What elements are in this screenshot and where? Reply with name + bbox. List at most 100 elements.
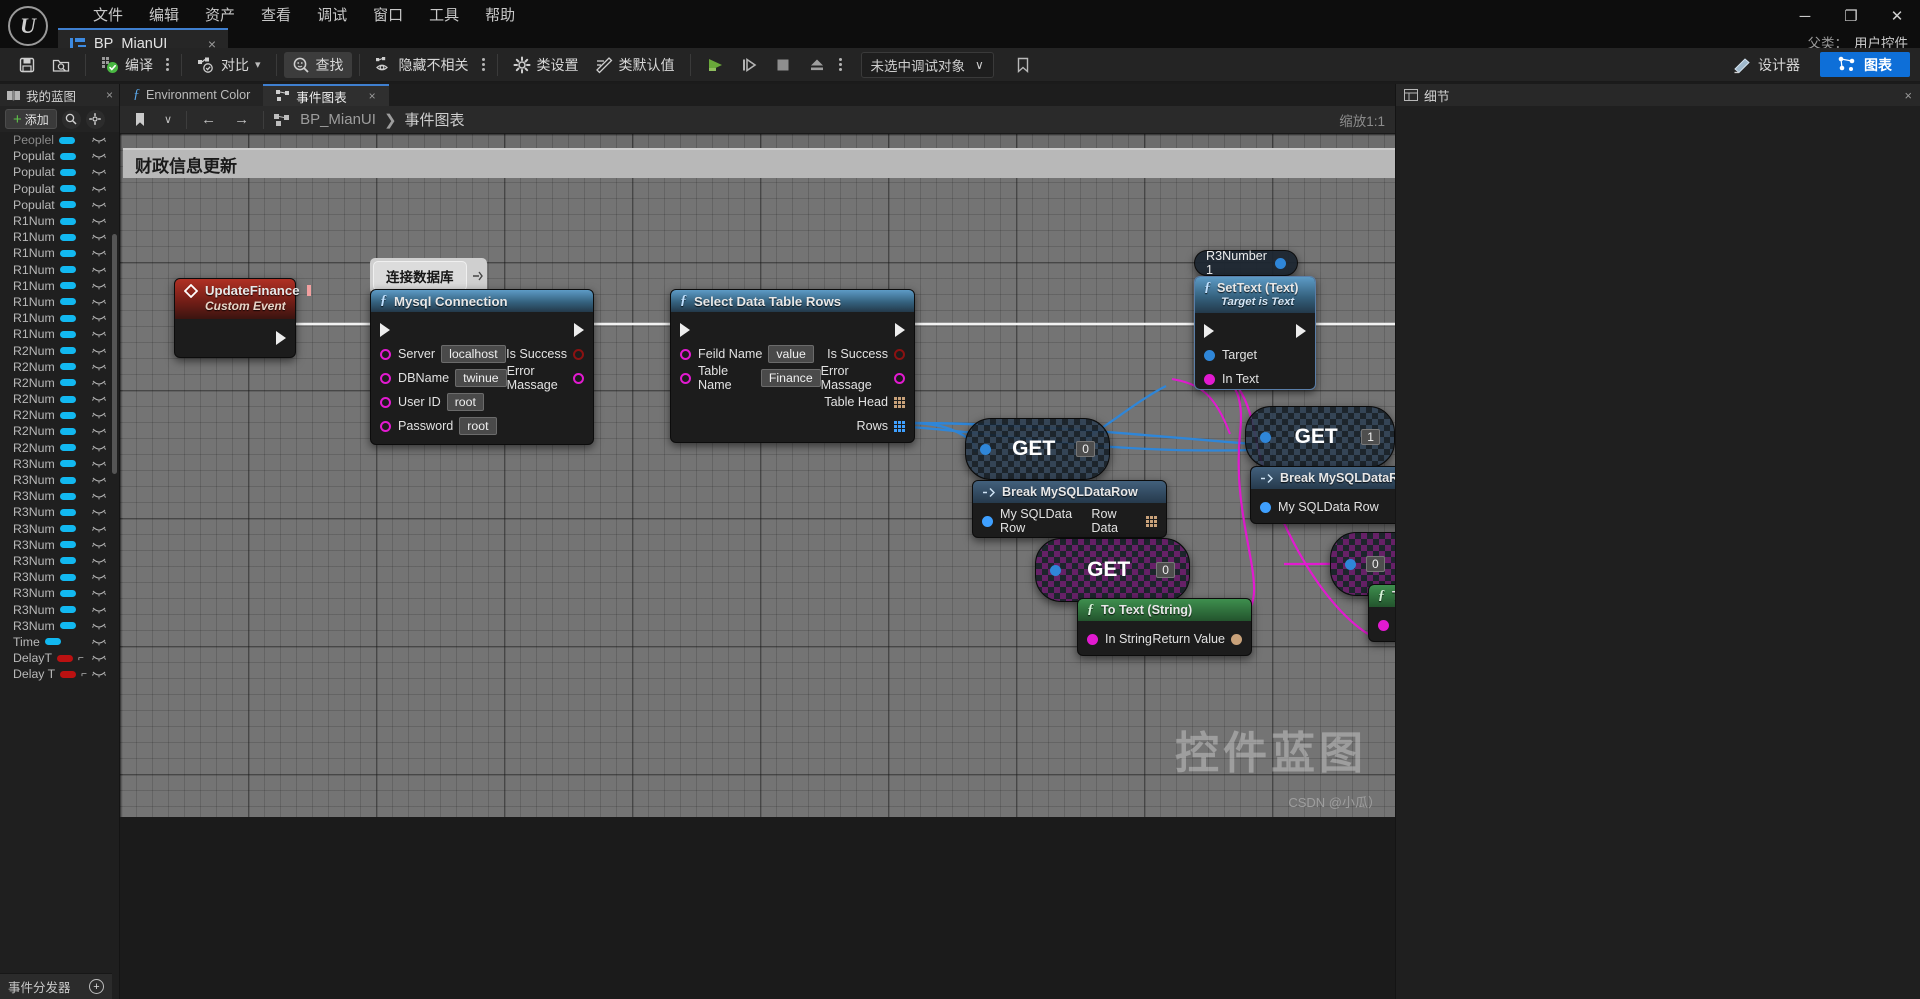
- add-variable-button[interactable]: + 添加: [5, 109, 57, 129]
- compile-button[interactable]: 编译: [93, 52, 161, 78]
- diff-chevron-down-icon[interactable]: ▾: [255, 58, 261, 71]
- table-name-value-field[interactable]: Finance: [760, 369, 821, 387]
- exec-out-pin[interactable]: [895, 323, 905, 337]
- get-index-field[interactable]: 1: [1361, 429, 1380, 445]
- is-success-output-pin[interactable]: [894, 348, 905, 360]
- return-value-output-pin[interactable]: [1231, 633, 1242, 645]
- visibility-eye-icon[interactable]: [92, 217, 106, 225]
- target-input-pin[interactable]: [1204, 349, 1215, 361]
- play-options-button[interactable]: [834, 58, 847, 71]
- in-string-input-pin[interactable]: [1087, 633, 1098, 645]
- array-input-pin[interactable]: [1260, 431, 1271, 443]
- class-defaults-button[interactable]: 类默认值: [587, 52, 683, 78]
- visibility-eye-icon[interactable]: [92, 347, 106, 355]
- userid-value-field[interactable]: root: [446, 393, 484, 411]
- visibility-eye-icon[interactable]: [92, 379, 106, 387]
- visibility-eye-icon[interactable]: [92, 298, 106, 306]
- node-comment-bubble[interactable]: 连接数据库: [373, 261, 467, 297]
- variable-row[interactable]: R3Num: [0, 521, 112, 537]
- gear-icon[interactable]: [85, 109, 105, 129]
- minimize-button[interactable]: ─: [1782, 0, 1828, 32]
- server-input-pin[interactable]: [380, 348, 391, 360]
- variable-row[interactable]: R1Num: [0, 278, 112, 294]
- variable-row[interactable]: Time: [0, 634, 112, 650]
- exec-out-pin[interactable]: [574, 323, 584, 337]
- node-to-text-string[interactable]: ƒ To Text (String) In String Return Valu…: [1077, 598, 1252, 656]
- visibility-eye-icon[interactable]: [92, 525, 106, 533]
- dbname-value-field[interactable]: twinue: [455, 369, 507, 387]
- password-value-field[interactable]: root: [459, 417, 497, 435]
- graph-tab-event-graph[interactable]: 事件图表 ×: [263, 84, 389, 106]
- node-get-2[interactable]: GET 0: [1035, 538, 1190, 602]
- menu-window[interactable]: 窗口: [360, 0, 416, 29]
- array-input-pin[interactable]: [1050, 564, 1061, 576]
- table-head-array-pin[interactable]: [894, 396, 905, 408]
- get-index-field[interactable]: 0: [1366, 556, 1385, 572]
- variable-row[interactable]: R2Num: [0, 440, 112, 456]
- dbname-input-pin[interactable]: [380, 372, 391, 384]
- mysqldatarow-input-pin[interactable]: [1260, 501, 1271, 513]
- variable-row[interactable]: R1Num: [0, 245, 112, 261]
- menu-tools[interactable]: 工具: [416, 0, 472, 29]
- visibility-eye-icon[interactable]: [92, 136, 106, 144]
- visibility-eye-icon[interactable]: [92, 185, 106, 193]
- pin-icon[interactable]: [471, 270, 483, 282]
- variable-row[interactable]: R2Num: [0, 359, 112, 375]
- my-blueprint-close-icon[interactable]: ×: [106, 88, 113, 102]
- userid-input-pin[interactable]: [380, 396, 391, 408]
- exec-in-pin[interactable]: [1204, 324, 1214, 338]
- variable-row[interactable]: R3Num: [0, 472, 112, 488]
- visibility-eye-icon[interactable]: [92, 363, 106, 371]
- bookmark-button[interactable]: [1006, 52, 1040, 78]
- visibility-eye-icon[interactable]: [92, 266, 106, 274]
- visibility-eye-icon[interactable]: [92, 233, 106, 241]
- hide-unrelated-options-button[interactable]: [477, 58, 490, 71]
- table-name-input-pin[interactable]: [680, 372, 691, 384]
- rows-array-pin[interactable]: [894, 420, 905, 432]
- exec-in-pin[interactable]: [380, 323, 390, 337]
- variable-row[interactable]: R1Num: [0, 213, 112, 229]
- visibility-eye-icon[interactable]: [92, 654, 106, 662]
- menu-assets[interactable]: 资产: [192, 0, 248, 29]
- breadcrumb-root[interactable]: BP_MianUI: [300, 111, 376, 128]
- browse-content-button[interactable]: [44, 52, 78, 78]
- variable-row[interactable]: R3Num: [0, 618, 112, 634]
- nav-back-button[interactable]: ←: [197, 111, 220, 128]
- node-mysql-connection[interactable]: ƒ Mysql Connection Server localhost Is S…: [370, 289, 594, 445]
- add-event-dispatcher-button[interactable]: +: [89, 979, 104, 994]
- variable-row[interactable]: R3Num: [0, 504, 112, 520]
- node-get-1[interactable]: GET 1: [1245, 406, 1395, 468]
- visibility-eye-icon[interactable]: [92, 460, 106, 468]
- variable-row[interactable]: Populat: [0, 181, 112, 197]
- node-set-text[interactable]: ƒ SetText (Text) Target is Text Target I…: [1194, 276, 1316, 390]
- menu-view[interactable]: 查看: [248, 0, 304, 29]
- array-input-pin[interactable]: [980, 443, 991, 455]
- variable-list[interactable]: Peoplel Populat Populat Populat Populat R1Num…: [0, 132, 112, 969]
- visibility-eye-icon[interactable]: [92, 508, 106, 516]
- variable-list-scrollbar[interactable]: [112, 234, 117, 474]
- variable-row[interactable]: R2Num: [0, 342, 112, 358]
- mysqldatarow-input-pin[interactable]: [982, 515, 993, 527]
- diff-button[interactable]: 对比 ▾: [189, 52, 269, 78]
- event-dispatchers-section[interactable]: 事件分发器 +: [0, 973, 112, 999]
- maximize-button[interactable]: ❐: [1828, 0, 1874, 32]
- visibility-eye-icon[interactable]: [92, 314, 106, 322]
- variable-row[interactable]: R2Num: [0, 391, 112, 407]
- event-graph-canvas[interactable]: 财政信息更新 UpdateFinance Custom Event 连接数据库 …: [120, 134, 1395, 817]
- get-index-field[interactable]: 0: [1156, 562, 1175, 578]
- visibility-eye-icon[interactable]: [92, 427, 106, 435]
- details-panel-close-icon[interactable]: ×: [1905, 88, 1912, 103]
- node-to-text-string-2[interactable]: ƒ To In: [1368, 584, 1395, 642]
- variable-row[interactable]: R1Num: [0, 262, 112, 278]
- node-r3number-getter[interactable]: R3Number 1: [1194, 249, 1298, 277]
- error-massage-output-pin[interactable]: [573, 372, 584, 384]
- get-index-field[interactable]: 0: [1076, 441, 1095, 457]
- debug-object-combo[interactable]: 未选中调试对象 ∨: [860, 51, 994, 78]
- visibility-eye-icon[interactable]: [92, 622, 106, 630]
- visibility-eye-icon[interactable]: [92, 573, 106, 581]
- variable-row[interactable]: R2Num: [0, 407, 112, 423]
- node-get-0[interactable]: GET 0: [965, 418, 1110, 480]
- designer-mode-button[interactable]: 设计器: [1721, 52, 1812, 77]
- node-update-finance[interactable]: UpdateFinance Custom Event: [174, 278, 311, 358]
- menu-file[interactable]: 文件: [80, 0, 136, 29]
